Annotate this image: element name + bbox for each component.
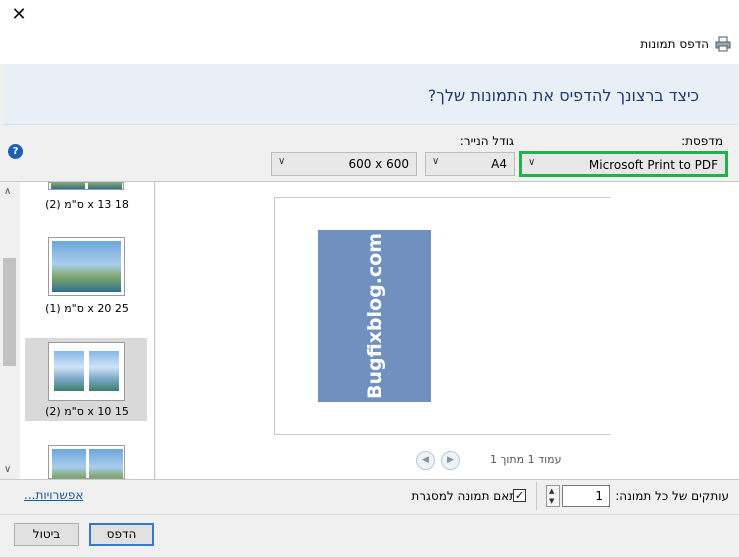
window-title: הדפס תמונות [640, 37, 709, 51]
print-button[interactable]: הדפס [89, 523, 154, 546]
watermark: Bugfixblog.com [363, 232, 386, 400]
paper-size-dropdown[interactable]: A4 ∨ [425, 152, 515, 176]
divider [536, 482, 537, 510]
layout-thumbnail-18x13[interactable] [48, 182, 124, 190]
paper-size-label: גודל הנייר: [459, 134, 514, 148]
layout-thumbnail-25x20[interactable] [48, 237, 125, 296]
layout-thumbnail-next[interactable] [48, 445, 125, 479]
printer-icon [715, 36, 731, 52]
quality-value: 600 x 600 [348, 157, 409, 171]
paper-size-value: A4 [491, 157, 507, 171]
help-icon[interactable]: ? [8, 144, 23, 159]
printer-dropdown[interactable]: Microsoft Print to PDF ∨ [519, 151, 728, 177]
copies-label: עותקים של כל תמונה: [615, 489, 729, 503]
copies-input[interactable]: 1 [562, 485, 610, 507]
chevron-up-icon[interactable]: ∧ [4, 186, 11, 197]
quality-dropdown[interactable]: 600 x 600 ∨ [271, 152, 417, 176]
fit-picture-checkbox[interactable]: ✓ [513, 489, 526, 502]
title-bar [0, 0, 739, 64]
page-question: כיצד ברצונך להדפיס את התמונות שלך? [427, 86, 699, 105]
preview-photo: Bugfixblog.com [318, 230, 431, 402]
layout-caption: 15 x 10 ס"מ (2) [45, 405, 129, 418]
chevron-down-icon: ∨ [278, 156, 286, 167]
increment-icon[interactable]: ▲ [549, 487, 554, 495]
layout-list [0, 182, 155, 479]
options-link[interactable]: אפשרויות... [24, 488, 83, 502]
fit-picture-label: התאם תמונה למסגרת [411, 489, 525, 503]
next-page-button[interactable]: ▶ [441, 451, 460, 470]
scrollbar-thumb[interactable] [3, 258, 16, 366]
layout-caption: 18 x 13 ס"מ (2) [45, 198, 129, 211]
cancel-button[interactable]: ביטול [14, 523, 79, 546]
printer-label: מדפסת: [681, 134, 723, 148]
layout-caption: 25 x 20 ס"מ (1) [45, 302, 129, 315]
chevron-down-icon[interactable]: ∨ [4, 464, 11, 475]
chevron-down-icon: ∨ [432, 156, 440, 167]
chevron-down-icon: ∨ [528, 157, 536, 168]
printer-value: Microsoft Print to PDF [588, 158, 718, 172]
close-button[interactable]: ✕ [8, 4, 30, 26]
layout-thumbnail-15x10[interactable] [48, 342, 125, 401]
page-status: עמוד 1 מתוך 1 [490, 453, 562, 466]
previous-page-button[interactable]: ◀ [416, 451, 435, 470]
copies-stepper[interactable]: ▲ ▼ [546, 485, 560, 507]
divider [0, 514, 739, 515]
divider [0, 479, 739, 480]
decrement-icon[interactable]: ▼ [549, 497, 554, 505]
